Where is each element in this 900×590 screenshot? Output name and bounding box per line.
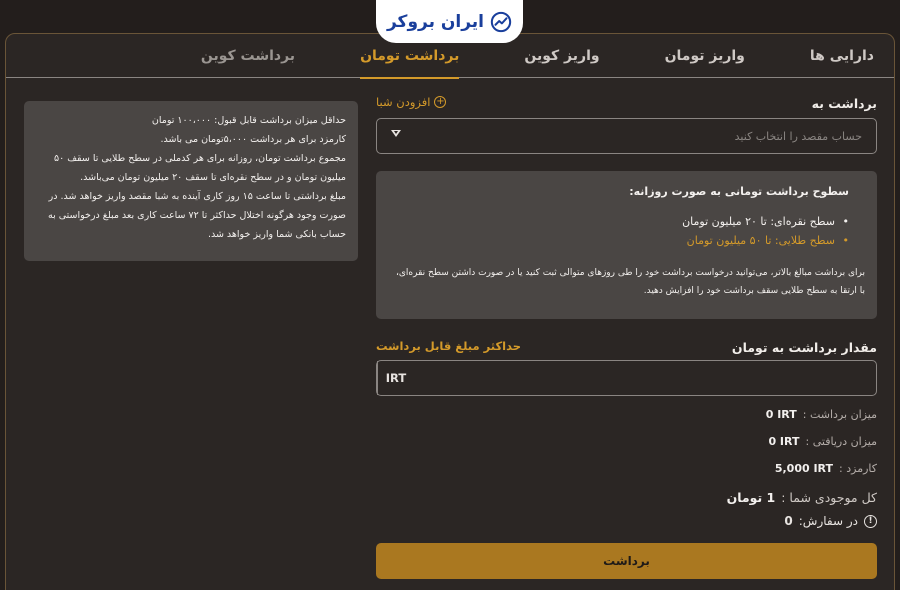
- brand-name: ایران بروکر: [386, 11, 485, 32]
- in-order-value: 0: [784, 514, 793, 528]
- stat-value: 5,000 IRT: [774, 462, 834, 475]
- add-sheba-label: افزودن شبا: [376, 95, 431, 109]
- rule-settlement-time: مبلغ برداشتی تا ساعت ۱۵ روز کاری آینده ب…: [48, 191, 346, 240]
- balance-value: 1 تومان: [726, 490, 776, 505]
- rule-min-amount: حداقل میزان برداشت قابل قبول: ۱۰۰،۰۰۰ تو…: [151, 115, 346, 126]
- plus-circle-icon: +: [434, 96, 447, 108]
- stat-value: 0 IRT: [765, 408, 797, 421]
- tab-bar: دارایی ها واریز تومان واریز کوین برداشت …: [6, 34, 894, 79]
- tab-deposit-coin[interactable]: واریز کوین: [524, 34, 599, 78]
- levels-title: سطوح برداشت تومانی به صورت روزانه:: [629, 185, 849, 198]
- add-sheba-button[interactable]: + افزودن شبا: [376, 95, 447, 109]
- stat-received-amount: میزان دریافتی : 0 IRT: [768, 435, 877, 448]
- destination-account-select[interactable]: حساب مقصد را انتخاب کنید: [376, 118, 877, 154]
- info-icon[interactable]: !: [864, 514, 877, 528]
- destination-account-placeholder: حساب مقصد را انتخاب کنید: [734, 129, 862, 143]
- stat-label: میزان برداشت :: [802, 408, 877, 421]
- amount-label: مقدار برداشت به تومان: [731, 340, 877, 355]
- rule-fee: کارمزد برای هر برداشت ۵،۰۰۰تومان می باشد…: [160, 134, 346, 145]
- balance-label: کل موجودی شما :: [781, 490, 877, 505]
- stat-value: 0 IRT: [768, 435, 800, 448]
- tab-withdraw-coin[interactable]: برداشت کوین: [201, 34, 295, 78]
- level-silver: سطح نقره‌ای: تا ۲۰ میلیون تومان: [388, 212, 849, 231]
- withdraw-levels-box: سطوح برداشت تومانی به صورت روزانه: سطح ن…: [376, 171, 877, 319]
- max-amount-link[interactable]: حداکثر مبلغ قابل برداشت: [376, 339, 521, 353]
- chevron-down-icon: [391, 130, 401, 137]
- stat-label: کارمزد :: [839, 462, 877, 475]
- withdraw-submit-button[interactable]: برداشت: [376, 543, 877, 579]
- tab-withdraw-toman[interactable]: برداشت تومان: [360, 34, 460, 79]
- chart-trend-icon: [490, 11, 512, 32]
- levels-list: سطح نقره‌ای: تا ۲۰ میلیون تومان سطح طلای…: [388, 212, 849, 250]
- level-gold: سطح طلایی: تا ۵۰ میلیون تومان: [388, 231, 849, 250]
- withdraw-to-label: برداشت به: [811, 96, 877, 111]
- total-balance: کل موجودی شما : 1 تومان: [727, 490, 877, 505]
- withdraw-rules-box: حداقل میزان برداشت قابل قبول: ۱۰۰،۰۰۰ تو…: [24, 101, 358, 261]
- stat-label: میزان دریافتی :: [805, 435, 877, 448]
- in-order-balance: ! در سفارش: 0: [784, 514, 877, 528]
- currency-unit: IRT: [377, 361, 414, 395]
- stat-fee: کارمزد : 5,000 IRT: [775, 462, 877, 475]
- in-order-label: در سفارش:: [798, 514, 858, 528]
- rule-daily-limit: مجموع برداشت تومان، روزانه برای هر کدملی…: [53, 153, 346, 183]
- amount-input[interactable]: IRT: [376, 360, 877, 396]
- tab-assets[interactable]: دارایی ها: [810, 34, 874, 78]
- tab-deposit-toman[interactable]: واریز تومان: [665, 34, 745, 78]
- stat-withdraw-amount: میزان برداشت : 0 IRT: [766, 408, 877, 421]
- levels-note: برای برداشت مبالغ بالاتر، می‌توانید درخو…: [395, 268, 865, 296]
